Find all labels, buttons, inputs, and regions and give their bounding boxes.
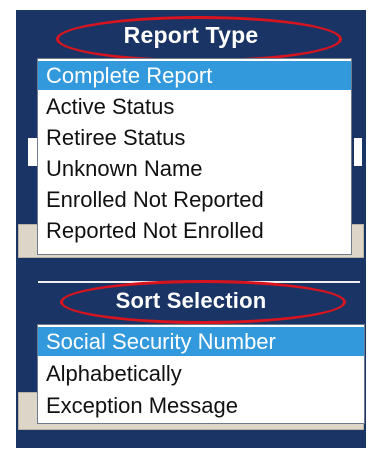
report-type-option[interactable]: Reported Not Enrolled bbox=[38, 216, 351, 245]
report-type-option[interactable]: Enrolled Not Reported bbox=[38, 185, 351, 214]
hidden-control-tick bbox=[266, 431, 269, 437]
sort-selection-highlight-ellipse bbox=[60, 280, 346, 324]
report-type-option[interactable]: Complete Report bbox=[38, 61, 351, 90]
report-type-option[interactable]: Active Status bbox=[38, 92, 351, 121]
sort-selection-option[interactable]: Social Security Number bbox=[38, 327, 364, 356]
sort-selection-option[interactable]: Alphabetically bbox=[38, 359, 364, 388]
report-type-list[interactable]: Complete Report Active Status Retiree St… bbox=[37, 58, 352, 255]
report-type-highlight-ellipse bbox=[56, 16, 342, 62]
report-type-option[interactable]: Unknown Name bbox=[38, 154, 351, 183]
hidden-input-right-edge bbox=[354, 138, 362, 166]
report-type-option[interactable]: Retiree Status bbox=[38, 123, 351, 152]
sort-selection-list[interactable]: Social Security Number Alphabetically Ex… bbox=[37, 324, 365, 424]
report-options-panel: Report Type Complete Report Active Statu… bbox=[16, 10, 366, 448]
sort-selection-option[interactable]: Exception Message bbox=[38, 391, 364, 420]
